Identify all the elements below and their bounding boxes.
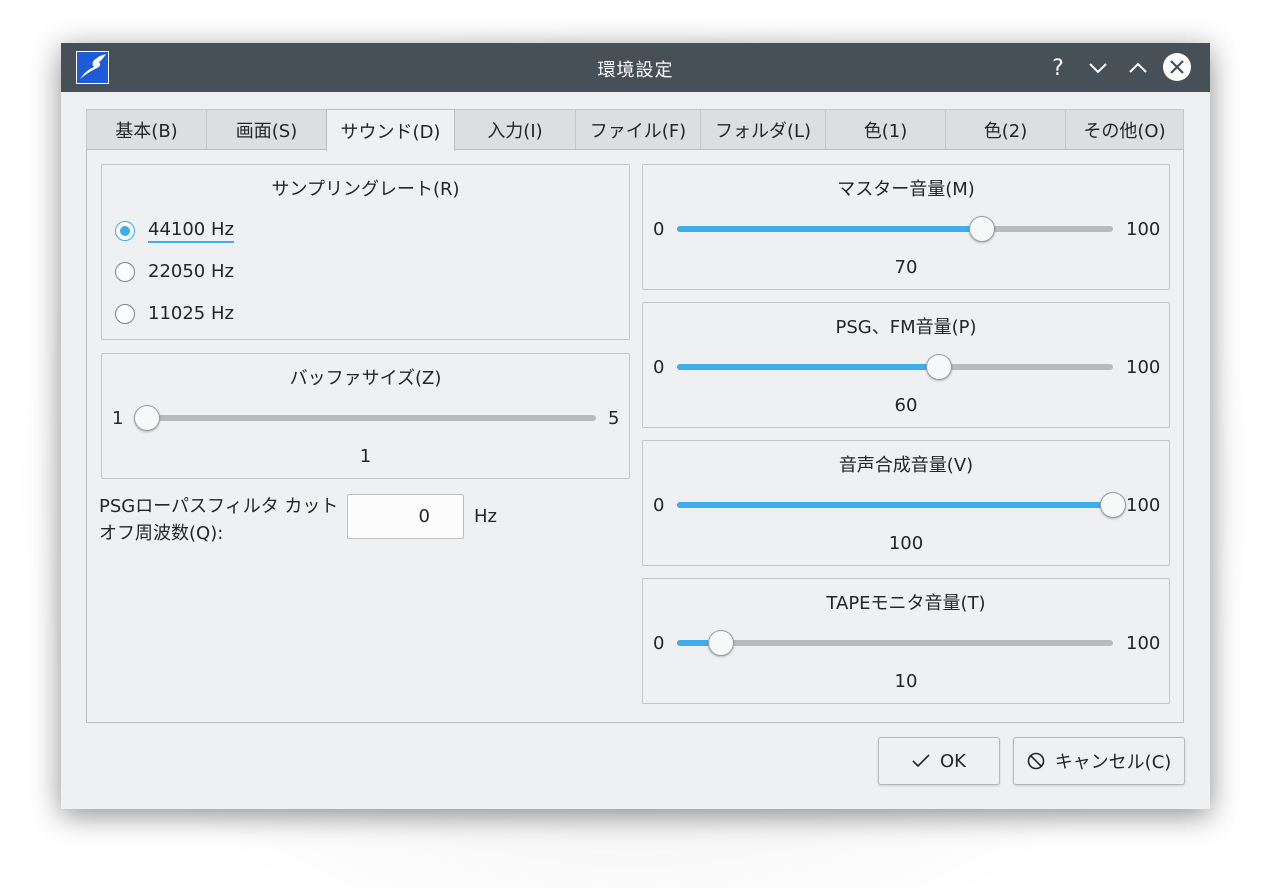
slider-fill bbox=[677, 226, 982, 232]
group-title: サンプリングレート(R) bbox=[271, 179, 460, 200]
tab-basic[interactable]: 基本(B) bbox=[86, 109, 207, 149]
group-title: マスター音量(M) bbox=[837, 179, 975, 200]
tab-color-2[interactable]: 色(2) bbox=[945, 109, 1066, 149]
slider-value: 100 bbox=[888, 533, 924, 554]
slider-max-label: 100 bbox=[1126, 357, 1161, 378]
buffer-slider[interactable] bbox=[134, 405, 596, 431]
help-icon[interactable]: ? bbox=[1043, 53, 1073, 83]
sound-tab-panel: サンプリングレート(R) 44100 Hz 22050 Hz 11025 Hz … bbox=[86, 149, 1184, 723]
tab-input[interactable]: 入力(I) bbox=[454, 109, 576, 149]
ok-label: OK bbox=[940, 750, 966, 772]
cutoff-label: PSGローパスフィルタ カットオフ周波数(Q): bbox=[99, 496, 339, 544]
sampling-rate-group: サンプリングレート(R) 44100 Hz 22050 Hz 11025 Hz bbox=[101, 164, 630, 340]
radio-button[interactable] bbox=[115, 221, 135, 241]
group-title: 音声合成音量(V) bbox=[838, 455, 974, 476]
title-bar[interactable]: 環境設定 ? bbox=[61, 43, 1210, 92]
radio-label: 11025 Hz bbox=[148, 303, 234, 324]
buffer-size-group: バッファサイズ(Z) 1 5 1 bbox=[101, 353, 630, 479]
slider-fill bbox=[677, 364, 939, 370]
slider-handle[interactable] bbox=[708, 630, 734, 656]
master-volume-slider[interactable] bbox=[677, 216, 1113, 242]
voice-synth-volume-slider[interactable] bbox=[677, 492, 1126, 518]
slider-min-label: 1 bbox=[112, 408, 124, 429]
tape-monitor-volume-group: TAPEモニタ音量(T) 0 100 10 bbox=[642, 578, 1170, 704]
slider-max-label: 100 bbox=[1126, 495, 1161, 516]
minimize-icon[interactable] bbox=[1083, 53, 1113, 83]
slider-handle[interactable] bbox=[969, 216, 995, 242]
voice-synth-volume-group: 音声合成音量(V) 0 100 100 bbox=[642, 440, 1170, 566]
cutoff-unit: Hz bbox=[474, 506, 497, 527]
slider-max-label: 5 bbox=[608, 408, 620, 429]
maximize-icon[interactable] bbox=[1123, 53, 1153, 83]
dialog-content: 基本(B) 画面(S) サウンド(D) 入力(I) ファイル(F) フォルダ(L… bbox=[61, 92, 1210, 809]
tab-color-1[interactable]: 色(1) bbox=[825, 109, 946, 149]
preferences-dialog: 環境設定 ? 基本(B) 画面(S) サウンド(D) 入力(I) ファイル(F)… bbox=[61, 43, 1210, 809]
window-title: 環境設定 bbox=[597, 60, 674, 81]
slider-value: 10 bbox=[894, 671, 918, 692]
slider-max-label: 100 bbox=[1126, 219, 1161, 240]
slider-min-label: 0 bbox=[653, 219, 665, 240]
radio-22050[interactable]: 22050 Hz bbox=[115, 261, 234, 282]
slider-min-label: 0 bbox=[653, 357, 665, 378]
slider-max-label: 100 bbox=[1126, 633, 1161, 654]
psg-fm-volume-group: PSG、FM音量(P) 0 100 60 bbox=[642, 302, 1170, 428]
cancel-button[interactable]: キャンセル(C) bbox=[1013, 737, 1185, 785]
group-title: バッファサイズ(Z) bbox=[289, 368, 442, 389]
cancel-icon bbox=[1027, 752, 1045, 770]
group-title: TAPEモニタ音量(T) bbox=[826, 593, 986, 614]
ok-button[interactable]: OK bbox=[878, 737, 1000, 785]
slider-min-label: 0 bbox=[653, 495, 665, 516]
tab-folder[interactable]: フォルダ(L) bbox=[700, 109, 826, 149]
slider-min-label: 0 bbox=[653, 633, 665, 654]
radio-button[interactable] bbox=[115, 303, 135, 324]
radio-label: 22050 Hz bbox=[148, 261, 234, 282]
slider-handle[interactable] bbox=[1100, 492, 1126, 518]
radio-44100[interactable]: 44100 Hz bbox=[115, 219, 234, 243]
master-volume-group: マスター音量(M) 0 100 70 bbox=[642, 164, 1170, 290]
radio-11025[interactable]: 11025 Hz bbox=[115, 303, 234, 324]
checkmark-icon bbox=[912, 754, 930, 768]
cutoff-frequency-input[interactable] bbox=[347, 494, 464, 539]
slider-value: 1 bbox=[359, 446, 372, 467]
tape-monitor-volume-slider[interactable] bbox=[677, 630, 1113, 656]
tab-file[interactable]: ファイル(F) bbox=[575, 109, 701, 149]
slider-handle[interactable] bbox=[134, 405, 160, 431]
slider-handle[interactable] bbox=[926, 354, 952, 380]
tab-sound[interactable]: サウンド(D) bbox=[326, 109, 455, 151]
slider-value: 60 bbox=[894, 395, 918, 416]
psg-fm-volume-slider[interactable] bbox=[677, 354, 1113, 380]
slider-fill bbox=[677, 502, 1113, 508]
radio-label: 44100 Hz bbox=[148, 219, 234, 243]
slider-value: 70 bbox=[894, 257, 918, 278]
tab-bar: 基本(B) 画面(S) サウンド(D) 入力(I) ファイル(F) フォルダ(L… bbox=[86, 109, 1184, 151]
close-icon[interactable] bbox=[1163, 53, 1191, 81]
tab-screen[interactable]: 画面(S) bbox=[206, 109, 327, 149]
cancel-label: キャンセル(C) bbox=[1054, 752, 1172, 773]
group-title: PSG、FM音量(P) bbox=[835, 317, 977, 338]
tab-other[interactable]: その他(O) bbox=[1065, 109, 1184, 149]
radio-button[interactable] bbox=[115, 261, 135, 282]
